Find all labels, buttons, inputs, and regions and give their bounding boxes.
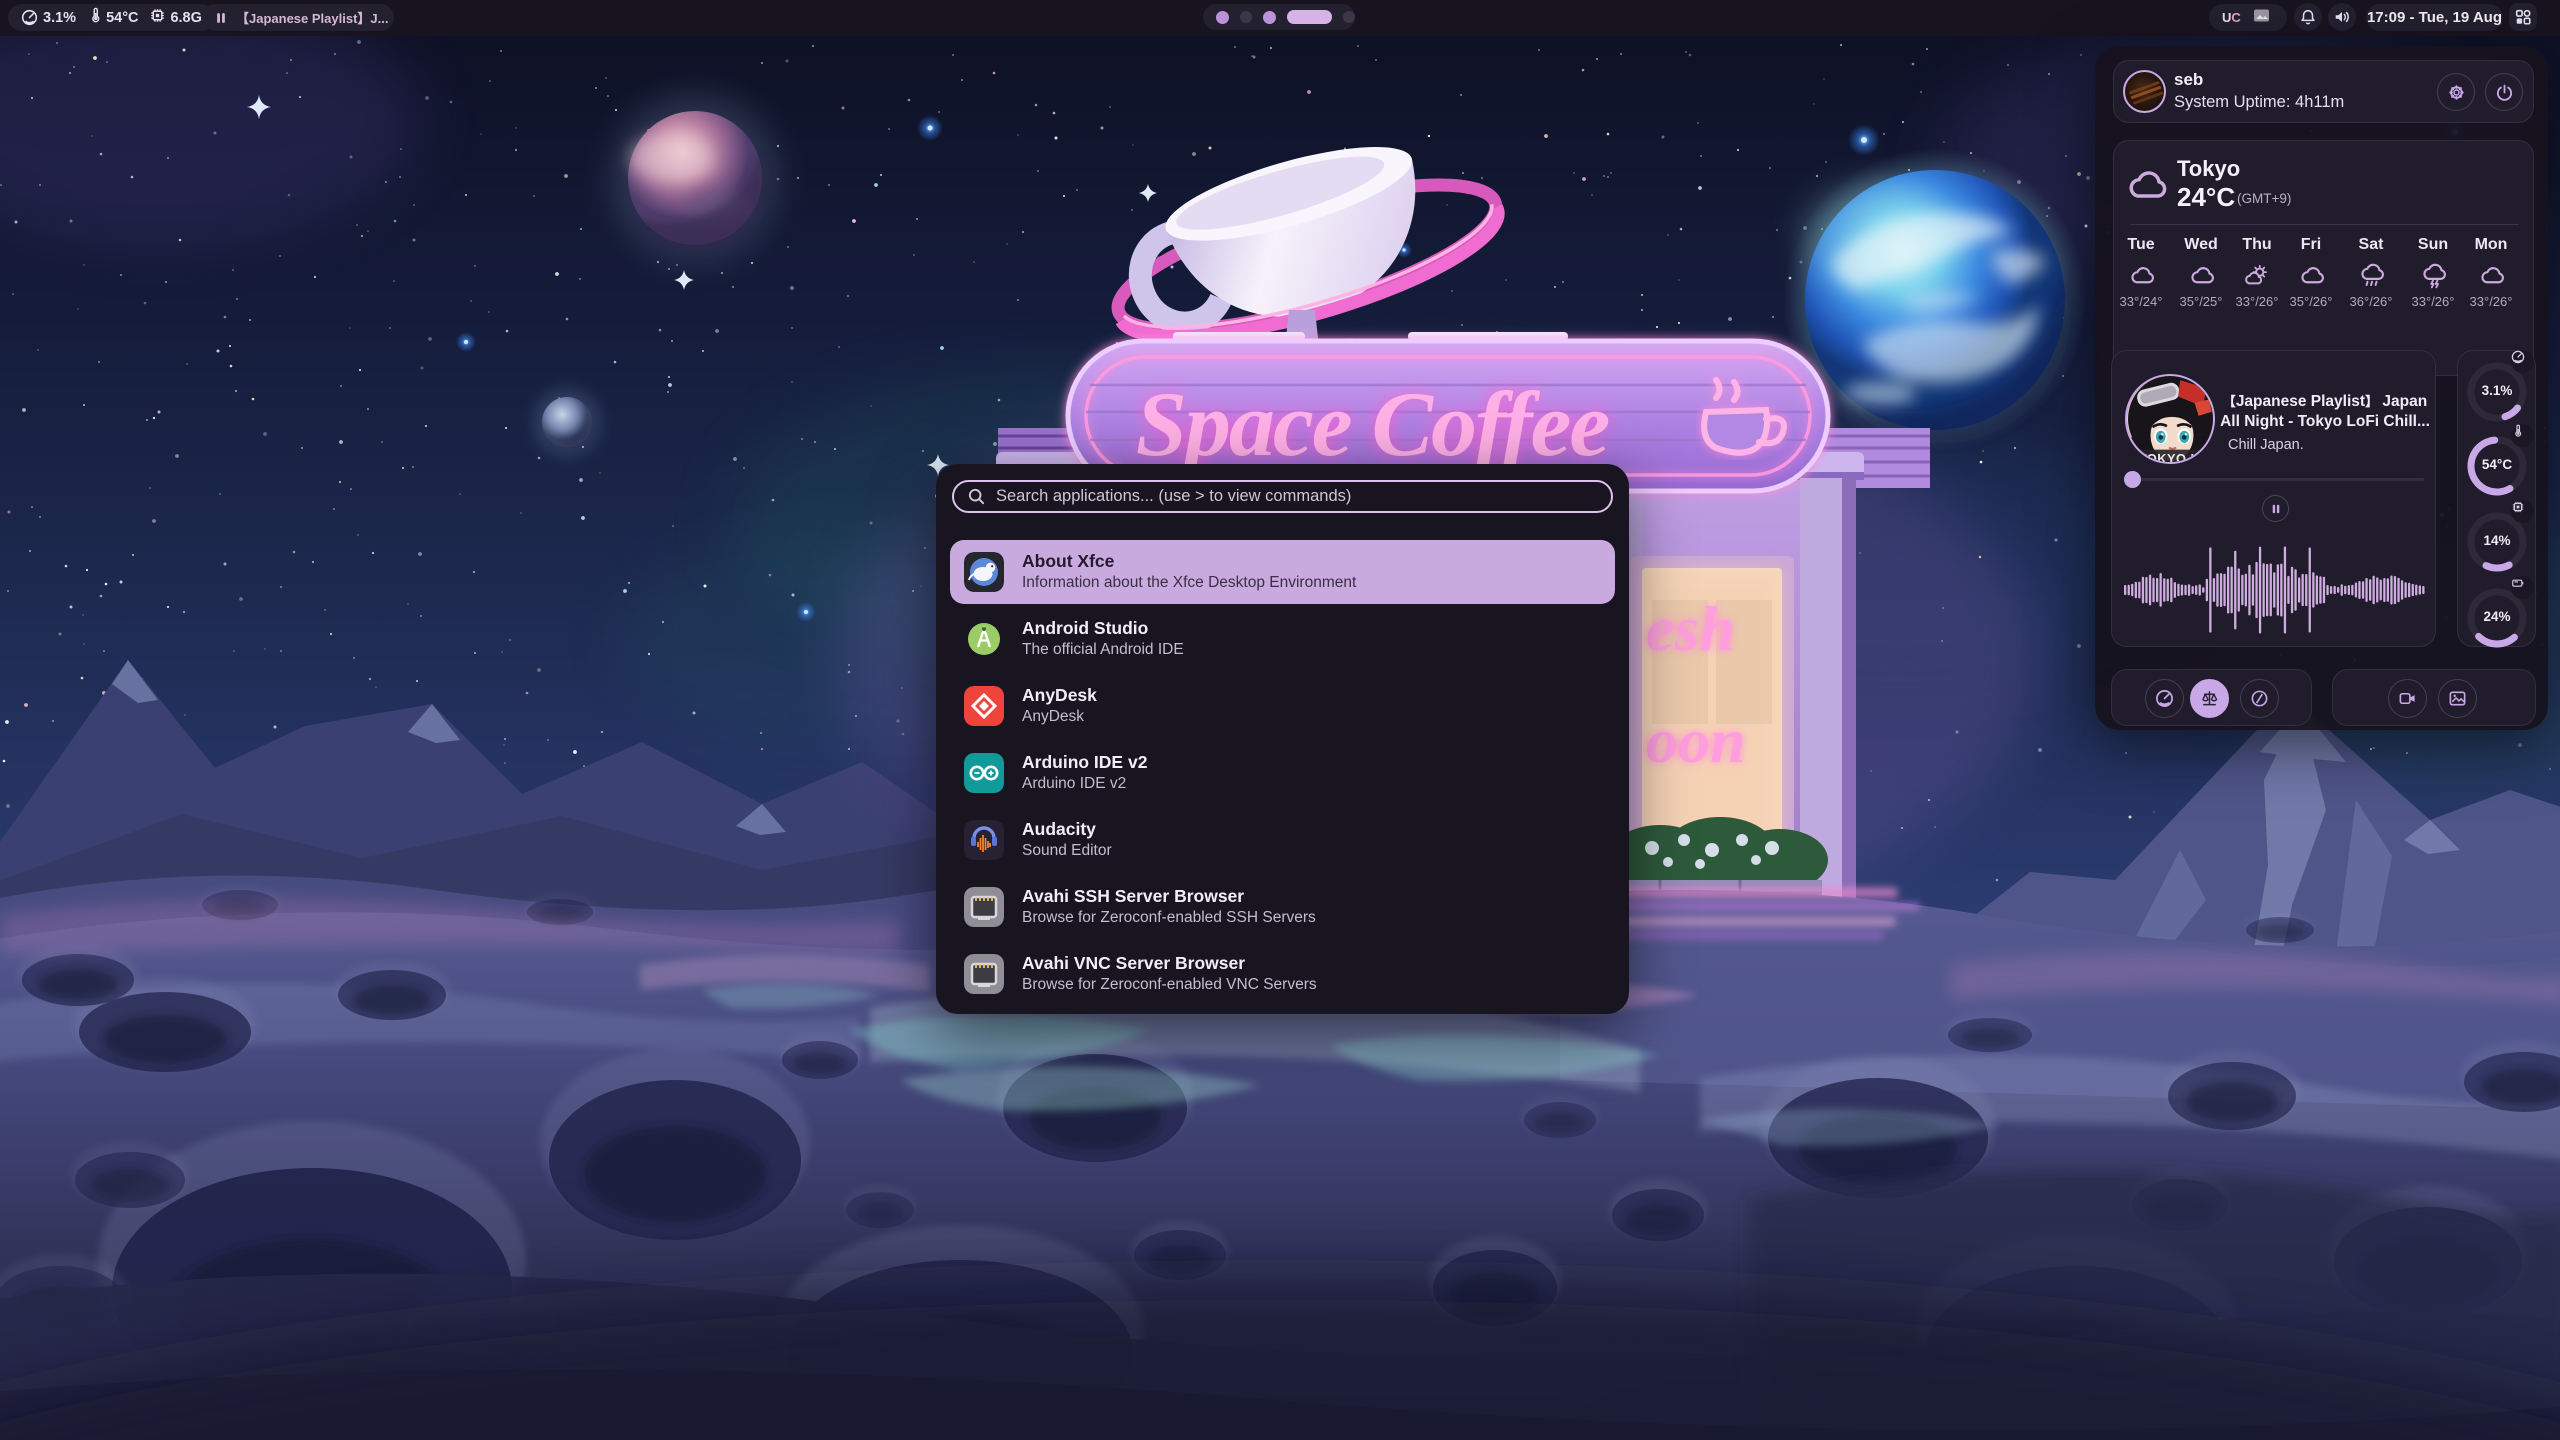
svg-text:esh: esh: [1646, 593, 1735, 664]
svg-text:Space Coffee: Space Coffee: [1136, 373, 1609, 475]
svg-text:TOKYO LO: TOKYO LO: [2139, 451, 2210, 464]
svg-text:oon: oon: [1646, 705, 1746, 776]
